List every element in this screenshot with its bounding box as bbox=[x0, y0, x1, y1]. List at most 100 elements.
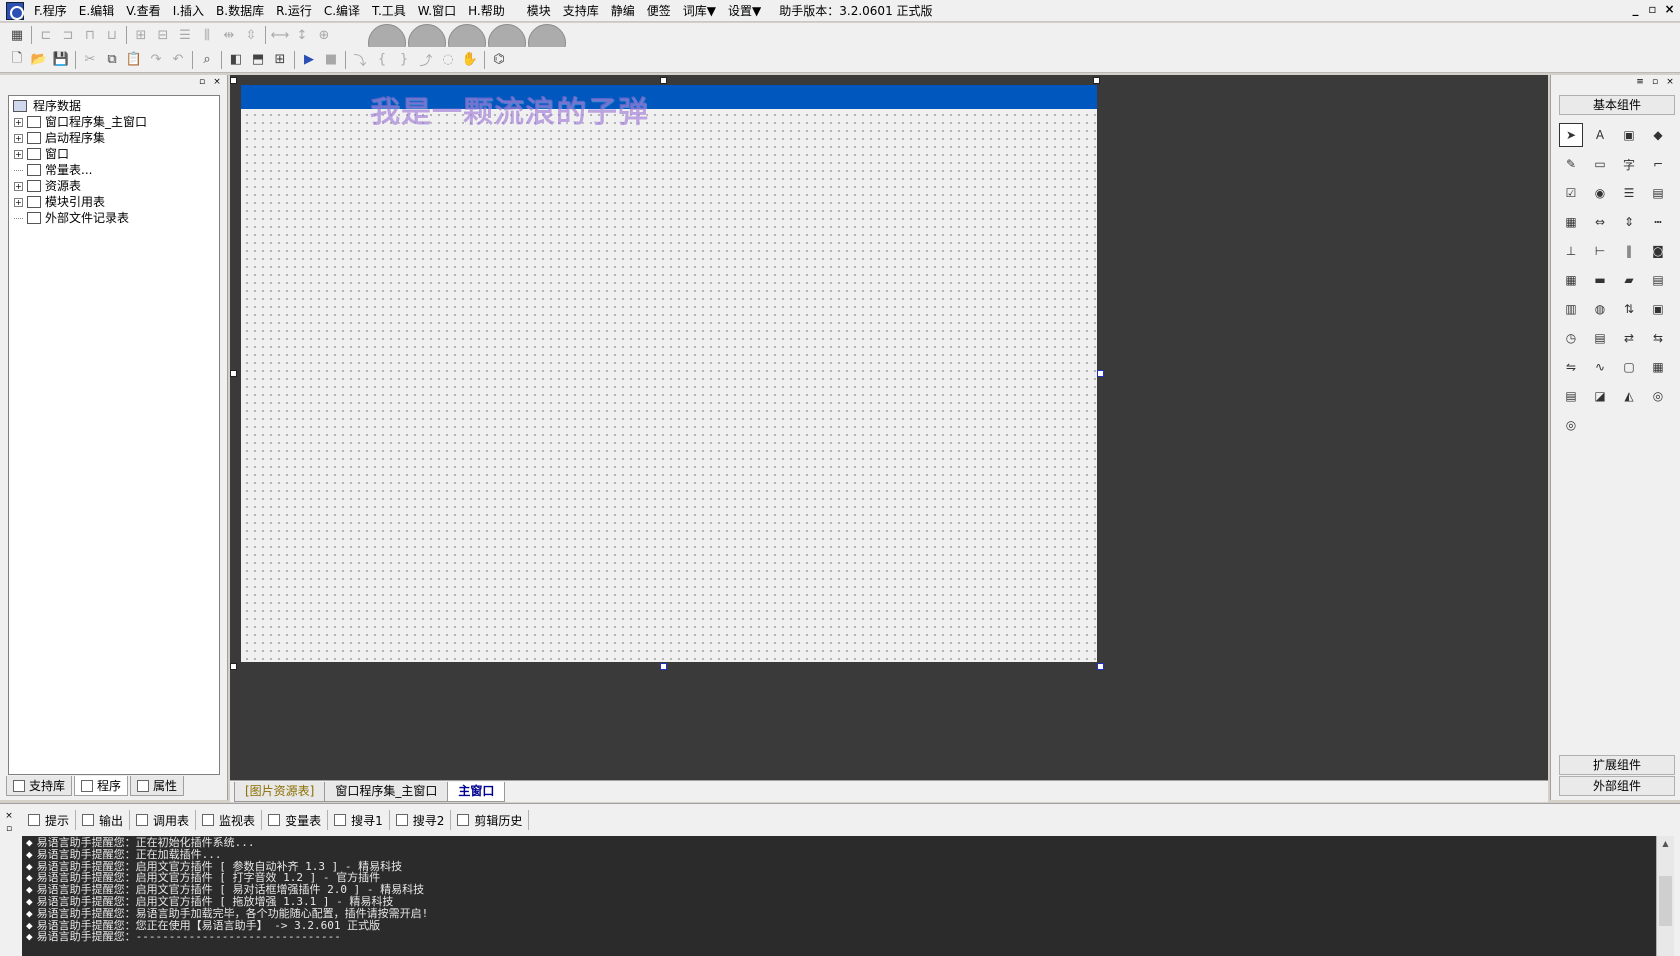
binoculars-icon[interactable]: ⌬ bbox=[488, 50, 510, 70]
layout-grid-icon[interactable]: ⊞ bbox=[269, 50, 291, 70]
panel-close-icon[interactable]: × bbox=[1664, 77, 1676, 89]
menu-item[interactable]: 静编 bbox=[605, 1, 641, 21]
undo-icon[interactable]: ↶ bbox=[167, 50, 189, 70]
shape-tool[interactable]: ◆ bbox=[1646, 123, 1670, 147]
tree-node[interactable]: + 窗口 bbox=[9, 146, 219, 162]
slider-tool[interactable]: ‖ bbox=[1617, 239, 1641, 263]
tab-program[interactable]: 程序 bbox=[74, 776, 129, 796]
step-icon[interactable]: ⤵ bbox=[349, 50, 371, 70]
minimize-button[interactable]: _ bbox=[1627, 1, 1644, 18]
scroll-up-icon[interactable]: ▲ bbox=[1657, 836, 1674, 852]
net-tool[interactable]: ⇄ bbox=[1617, 326, 1641, 350]
align-bottom-icon[interactable]: ⊔ bbox=[101, 25, 123, 45]
menu-item[interactable]: C.编译 bbox=[318, 1, 366, 21]
menu-item[interactable]: V.查看 bbox=[120, 1, 166, 21]
space-horizontal-icon[interactable]: ⫼ bbox=[196, 25, 218, 45]
resize-handle[interactable] bbox=[230, 663, 237, 670]
odbc2-tool[interactable]: ◎ bbox=[1559, 413, 1583, 437]
bottom-tab[interactable]: 剪辑历史 bbox=[451, 810, 530, 830]
tab-main-window[interactable]: 主窗口 bbox=[447, 782, 506, 802]
bottom-tab[interactable]: 变量表 bbox=[262, 810, 329, 830]
panel-close-icon[interactable]: × bbox=[211, 77, 223, 89]
align-left-icon[interactable]: ⊏ bbox=[35, 25, 57, 45]
expand-icon[interactable]: + bbox=[14, 149, 23, 159]
resize-handle[interactable] bbox=[1097, 663, 1104, 670]
tab-tool[interactable]: ▣ bbox=[1646, 297, 1670, 321]
menu-item[interactable]: 设置▼ bbox=[722, 1, 767, 21]
ruler-tool[interactable]: ┅ bbox=[1646, 210, 1670, 234]
menu-item[interactable]: I.插入 bbox=[167, 1, 210, 21]
menu-item[interactable]: R.运行 bbox=[270, 1, 318, 21]
scrollbar-tool[interactable]: ⇔ bbox=[1588, 210, 1612, 234]
menu-item[interactable]: 模块 bbox=[521, 1, 557, 21]
bottom-tab[interactable]: 调用表 bbox=[130, 810, 197, 830]
layout-left-icon[interactable]: ◧ bbox=[225, 50, 247, 70]
folder-tool[interactable]: ▰ bbox=[1617, 268, 1641, 292]
align-top-icon[interactable]: ⊓ bbox=[79, 25, 101, 45]
vline-tool[interactable]: ⊢ bbox=[1588, 239, 1612, 263]
groupbox-tool[interactable]: ▭ bbox=[1588, 152, 1612, 176]
redo-icon[interactable]: ↷ bbox=[145, 50, 167, 70]
step-out-icon[interactable]: ⤴ bbox=[415, 50, 437, 70]
tree-root[interactable]: 程序数据 bbox=[9, 98, 219, 114]
checkbox-tool[interactable]: ☑ bbox=[1559, 181, 1583, 205]
paste-icon[interactable]: 📋 bbox=[123, 50, 145, 70]
resize-handle[interactable] bbox=[1093, 77, 1100, 84]
extended-components-button[interactable]: 扩展组件 bbox=[1559, 755, 1675, 775]
step-into-icon[interactable]: { bbox=[371, 50, 393, 70]
resize-handle[interactable] bbox=[660, 77, 667, 84]
table-tool[interactable]: ▥ bbox=[1559, 297, 1583, 321]
line-tool[interactable]: ⌐ bbox=[1646, 152, 1670, 176]
net2-tool[interactable]: ⇆ bbox=[1646, 326, 1670, 350]
timer-tool[interactable]: ◷ bbox=[1559, 326, 1583, 350]
menu-item[interactable]: H.帮助 bbox=[462, 1, 511, 21]
expand-icon[interactable]: + bbox=[14, 197, 23, 207]
grid-tool[interactable]: ▦ bbox=[1559, 210, 1583, 234]
cut-icon[interactable]: ✂ bbox=[79, 50, 101, 70]
pin-icon[interactable]: ▫ bbox=[196, 77, 208, 89]
spin-tool[interactable]: ⇅ bbox=[1617, 297, 1641, 321]
bottom-tab[interactable]: 搜寻1 bbox=[328, 810, 390, 830]
resize-handle[interactable] bbox=[1097, 370, 1104, 377]
bottom-tab[interactable]: 提示 bbox=[22, 810, 77, 830]
center-horizontal-icon[interactable]: ⊞ bbox=[130, 25, 152, 45]
frame-tool[interactable]: ▢ bbox=[1617, 355, 1641, 379]
distribute-horizontal-icon[interactable]: ⇹ bbox=[218, 25, 240, 45]
resize-handle[interactable] bbox=[230, 77, 237, 84]
tab-support-library[interactable]: 支持库 bbox=[6, 776, 73, 796]
listbox-tool[interactable]: ☰ bbox=[1617, 181, 1641, 205]
restore-button[interactable]: ▫ bbox=[1644, 1, 1661, 18]
vscroll-tool[interactable]: ⇕ bbox=[1617, 210, 1641, 234]
text-tool[interactable]: 字 bbox=[1617, 152, 1641, 176]
calculator-icon[interactable]: ▦ bbox=[6, 25, 28, 45]
distribute-vertical-icon[interactable]: ⇳ bbox=[240, 25, 262, 45]
scroll-thumb[interactable] bbox=[1659, 876, 1672, 926]
menu-item[interactable]: 支持库 bbox=[557, 1, 605, 21]
menu-item[interactable]: B.数据库 bbox=[210, 1, 270, 21]
new-file-icon[interactable]: 🗋 bbox=[6, 50, 28, 70]
same-size-icon[interactable]: ⊕ bbox=[313, 25, 335, 45]
expand-icon[interactable]: + bbox=[14, 117, 23, 127]
db-tool[interactable]: ◍ bbox=[1588, 297, 1612, 321]
run-icon[interactable]: ▶ bbox=[298, 50, 320, 70]
tab-image-resources[interactable]: [图片资源表] bbox=[234, 782, 326, 802]
resize-handle[interactable] bbox=[660, 663, 667, 670]
output-scrollbar[interactable]: ▲ bbox=[1656, 836, 1674, 956]
odbc-tool[interactable]: ◎ bbox=[1646, 384, 1670, 408]
menu-item[interactable]: E.编辑 bbox=[73, 1, 120, 21]
bottom-tab[interactable]: 输出 bbox=[76, 810, 131, 830]
pointer-tool[interactable]: ➤ bbox=[1559, 123, 1583, 147]
menu-item[interactable]: 词库▼ bbox=[677, 1, 722, 21]
calendar-tool[interactable]: ▦ bbox=[1559, 268, 1583, 292]
tree-node[interactable]: + 窗口程序集_主窗口 bbox=[9, 114, 219, 130]
open-folder-icon[interactable]: 📂 bbox=[28, 50, 50, 70]
label-tool[interactable]: A bbox=[1588, 123, 1612, 147]
layout-top-icon[interactable]: ⬒ bbox=[247, 50, 269, 70]
tab-window-assembly[interactable]: 窗口程序集_主窗口 bbox=[324, 782, 449, 802]
picture-tool[interactable]: ▣ bbox=[1617, 123, 1641, 147]
stop-icon[interactable]: ■ bbox=[320, 50, 342, 70]
copy-icon[interactable]: ⧉ bbox=[101, 50, 123, 70]
find-icon[interactable]: ⌕ bbox=[196, 50, 218, 70]
align-right-icon[interactable]: ⊐ bbox=[57, 25, 79, 45]
editbox-tool[interactable]: ✎ bbox=[1559, 152, 1583, 176]
